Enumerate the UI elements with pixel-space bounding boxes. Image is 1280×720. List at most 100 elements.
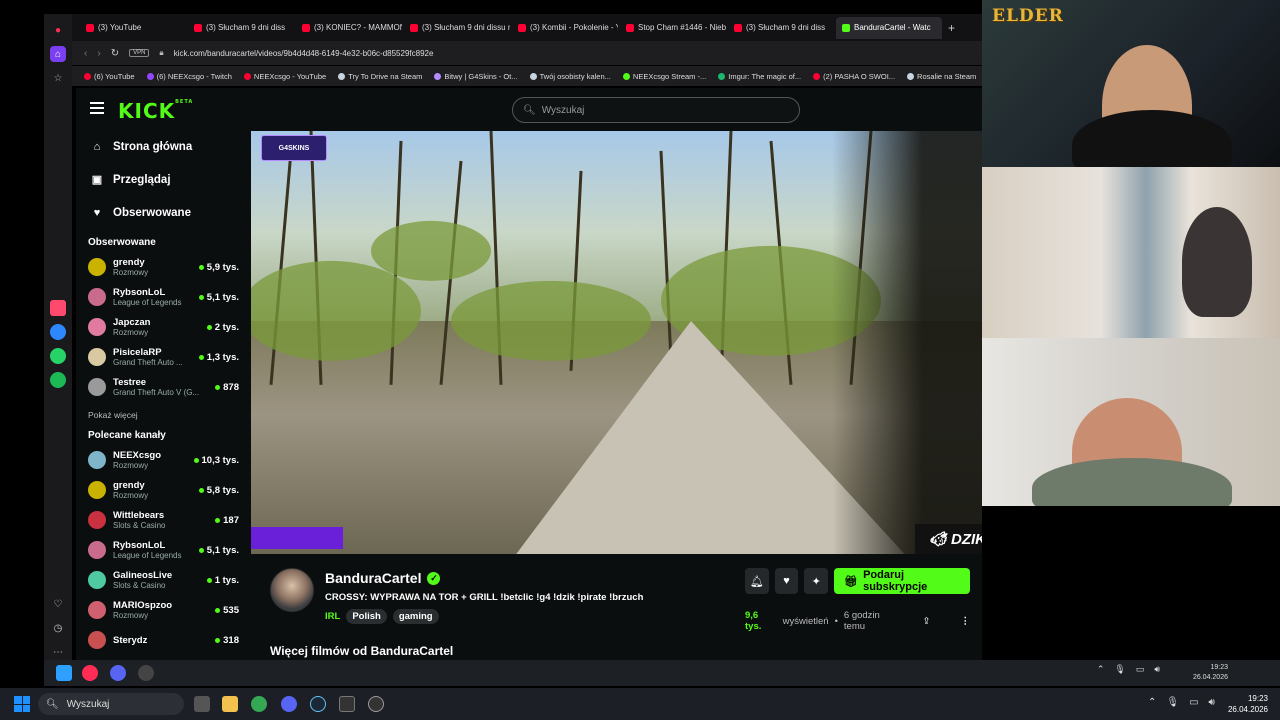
discord-icon[interactable] <box>281 696 297 712</box>
bookmark-item[interactable]: (2) PASHA O SWOI... <box>813 72 895 81</box>
tab[interactable]: (3) Słucham 9 dni diss <box>728 17 834 39</box>
channel-item[interactable]: Sterydz 318 <box>76 625 251 655</box>
apps-icon[interactable] <box>50 300 66 316</box>
display-icon[interactable]: ▭ <box>1189 697 1198 708</box>
new-tab-button[interactable]: + <box>948 21 955 35</box>
vpn-badge[interactable]: VPN <box>129 49 150 57</box>
steam-icon[interactable] <box>310 696 326 712</box>
bookmark-item[interactable]: Bitwy | G4Skins - Ot... <box>434 72 518 81</box>
star-icon[interactable]: ☆ <box>50 70 66 86</box>
bookmark-item[interactable]: Rosalie na Steam <box>907 72 976 81</box>
back-icon[interactable]: ‹ <box>84 48 87 59</box>
channel-name[interactable]: BanduraCartel <box>325 570 421 586</box>
more-icon[interactable]: ⋯ <box>50 644 66 660</box>
history-icon[interactable]: ◷ <box>50 620 66 636</box>
channel-item[interactable]: grendy Rozmowy 5,8 tys. <box>76 475 251 505</box>
mic-icon[interactable]: 🎙︎ <box>1166 697 1179 708</box>
speaker-icon[interactable]: 🔊︎ <box>1154 664 1160 675</box>
bookmark-item[interactable]: Twój osobisty kalen... <box>529 72 611 81</box>
messenger-icon[interactable] <box>50 324 66 340</box>
bookmark-item[interactable]: Imgur: The magic of... <box>718 72 801 81</box>
task-view-icon[interactable] <box>194 696 210 712</box>
opera-icon[interactable] <box>82 665 98 681</box>
live-dot-icon <box>198 547 204 553</box>
nav-item[interactable]: ⌂ Strona główna <box>76 130 251 163</box>
menu-icon[interactable] <box>90 102 104 114</box>
app-icon[interactable] <box>339 696 355 712</box>
channel-item[interactable]: PisicelaRP Grand Theft Auto ... 1,3 tys. <box>76 342 251 372</box>
chevron-up-icon[interactable]: ⌃ <box>1148 697 1156 708</box>
channel-item[interactable]: Testree Grand Theft Auto V (G... 878 <box>76 372 251 402</box>
chevron-up-icon[interactable]: ⌃ <box>1097 664 1105 675</box>
channel-name: Sterydz <box>113 634 148 646</box>
obs-icon[interactable] <box>138 665 154 681</box>
opera-icon[interactable]: ● <box>50 22 66 38</box>
clock[interactable]: 19:23 26.04.2026 <box>1228 693 1268 715</box>
discord-icon[interactable] <box>110 665 126 681</box>
tab-label: Stop Cham #1446 - Niebe <box>638 23 726 32</box>
tag-chip[interactable]: gaming <box>392 609 439 624</box>
chrome-icon[interactable] <box>251 696 267 712</box>
channel-text: NEEXcsgo Rozmowy <box>113 450 194 470</box>
date: 26.04.2026 <box>1227 705 1268 714</box>
channel-avatar[interactable] <box>270 568 314 612</box>
tab[interactable]: Stop Cham #1446 - Niebe <box>620 17 726 39</box>
tag-chip[interactable]: Polish <box>346 609 387 624</box>
url-field[interactable]: kick.com/banduracartel/videos/9b4d4d48-6… <box>174 49 434 58</box>
bookmarks-bar: (6) YouTube (6) NEEXcsgo - Twitch NEEXcsgo… <box>72 66 982 86</box>
share-icon[interactable]: ⇪ <box>923 616 931 627</box>
channel-item[interactable]: RybsonLoL League of Legends 5,1 tys. <box>76 535 251 565</box>
home-icon[interactable]: ⌂ <box>50 46 66 62</box>
channel-category: Rozmowy <box>113 611 149 620</box>
tab[interactable]: (3) YouTube <box>80 17 186 39</box>
gift-sub-button[interactable]: 🎁︎ Podaruj subskrypcje <box>834 568 971 594</box>
bookmark-item[interactable]: (6) NEEXcsgo - Twitch <box>146 72 232 81</box>
file-explorer-icon[interactable] <box>222 696 238 712</box>
windows-icon[interactable] <box>56 665 72 681</box>
follow-heart-icon[interactable]: ♥ <box>774 568 799 594</box>
mic-icon[interactable]: 🎙︎ <box>1114 664 1125 675</box>
search-input[interactable] <box>541 104 782 116</box>
channel-item[interactable]: RybsonLoL League of Legends 5,1 tys. <box>76 282 251 312</box>
tab[interactable]: (3) Kombii - Pokolenie - Y <box>512 17 618 39</box>
kick-logo[interactable]: KICKBETA <box>118 99 193 123</box>
tab-label: (3) Słucham 9 dni dissu na <box>422 23 510 32</box>
nav-item[interactable]: ▣ Przeglądaj <box>76 163 251 196</box>
show-more-link[interactable]: Pokaż więcej <box>76 410 251 420</box>
video-player[interactable]: G4SKINS 🐗︎DZIK ➤ <box>251 131 982 554</box>
viewer-count: 535 <box>215 605 239 616</box>
channel-item[interactable]: GalineosLive Slots & Casino 1 tys. <box>76 565 251 595</box>
search-box[interactable]: 🔍︎ <box>512 97 800 123</box>
whatsapp-icon[interactable] <box>50 348 66 364</box>
bookmark-item[interactable]: Try To Drive na Steam <box>338 72 422 81</box>
obs-icon[interactable] <box>368 696 384 712</box>
category-link[interactable]: IRL <box>325 611 340 622</box>
avatar <box>88 378 106 396</box>
forward-icon[interactable]: › <box>97 48 100 59</box>
channel-item[interactable]: Japczan Rozmowy 2 tys. <box>76 312 251 342</box>
youtube-icon <box>734 23 742 32</box>
speaker-icon[interactable]: 🔊︎ <box>1209 697 1215 708</box>
channel-item[interactable]: NEEXcsgo Rozmowy 10,3 tys. <box>76 445 251 475</box>
tab-active[interactable]: BanduraCartel - Watc <box>836 16 942 39</box>
bookmark-item[interactable]: (6) YouTube <box>84 72 135 81</box>
channel-item[interactable]: MARIOspzoo Rozmowy 535 <box>76 595 251 625</box>
bookmark-item[interactable]: NEEXcsgo Stream -... <box>622 72 706 81</box>
windows-start-icon[interactable] <box>14 696 30 712</box>
tab[interactable]: (3) Słucham 9 dni dissu na <box>404 17 510 39</box>
tab[interactable]: (3) KONIEC? - MAMMON <box>296 17 402 39</box>
channel-item[interactable]: Wittlebears Slots & Casino 187 <box>76 505 251 535</box>
taskbar-search[interactable]: 🔍︎ Wyszukaj <box>38 693 184 715</box>
bell-icon[interactable]: 🔔︎ <box>745 568 769 594</box>
display-icon[interactable]: ▭ <box>1136 664 1145 675</box>
more-options-icon[interactable]: ⋮ <box>961 616 971 627</box>
viewer-count-value: 5,8 tys. <box>206 484 239 496</box>
reload-icon[interactable]: ↻ <box>111 48 119 59</box>
bookmark-item[interactable]: NEEXcsgo - YouTube <box>243 72 326 81</box>
nav-item[interactable]: ♥ Obserwowane <box>76 196 251 229</box>
sparkle-icon[interactable]: ✦ <box>804 568 829 594</box>
spotify-icon[interactable] <box>50 372 66 388</box>
tab[interactable]: (3) Słucham 9 dni diss <box>188 17 294 39</box>
heart-icon[interactable]: ♡ <box>50 596 66 612</box>
channel-item[interactable]: grendy Rozmowy 5,9 tys. <box>76 252 251 282</box>
